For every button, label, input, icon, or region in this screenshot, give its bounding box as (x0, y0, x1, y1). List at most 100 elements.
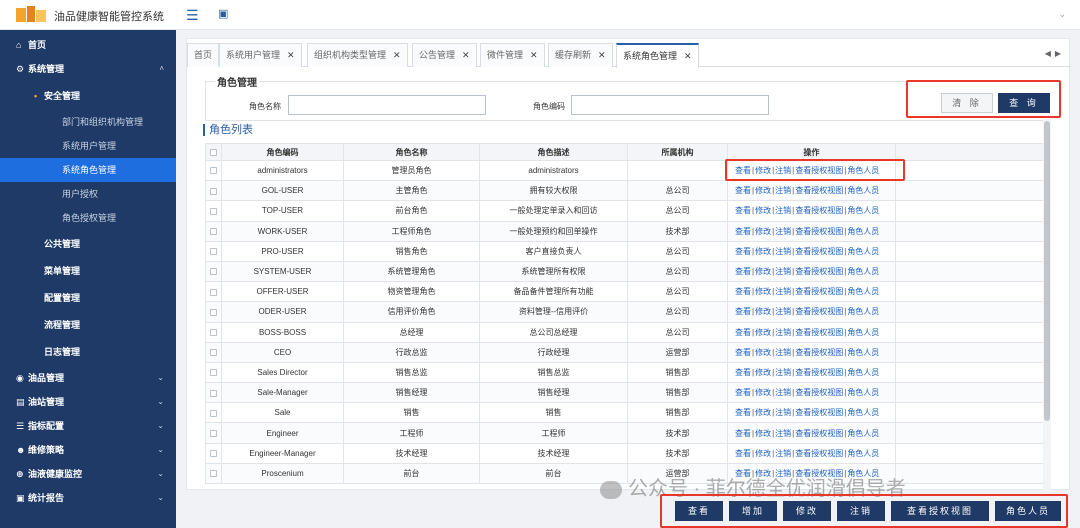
edit-link[interactable]: 修改 (755, 267, 771, 276)
edit-link[interactable]: 修改 (755, 328, 771, 337)
view-auth-link[interactable]: 查看授权视图 (795, 368, 843, 377)
tab-system-users[interactable]: 系统用户管理 ✕ (219, 43, 302, 67)
edit-link[interactable]: 修改 (755, 368, 771, 377)
role-members-link[interactable]: 角色人员 (847, 388, 879, 397)
row-checkbox[interactable] (210, 167, 217, 175)
close-icon[interactable]: ✕ (684, 51, 692, 61)
view-link[interactable]: 查看 (735, 206, 751, 215)
sidebar-item-monitor[interactable]: ⊕ 油液健康监控 ⌄ (0, 462, 176, 486)
view-link[interactable]: 查看 (735, 408, 751, 417)
view-link[interactable]: 查看 (735, 348, 751, 357)
row-select-cell[interactable] (205, 382, 222, 404)
edit-link[interactable]: 修改 (755, 227, 771, 236)
row-select-cell[interactable] (205, 260, 222, 283)
table-row[interactable]: GOL-USER 主管角色 拥有较大权限 总公司 查看|修改|注销|查看授权视图|角色人… (205, 180, 1044, 202)
view-auth-link[interactable]: 查看授权视图 (795, 206, 843, 215)
cancel-link[interactable]: 注销 (775, 328, 791, 337)
table-row[interactable]: Sales Director 销售总监 销售总监 销售部 查看|修改|注销|查看授权视图… (205, 361, 1044, 384)
view-link[interactable]: 查看 (735, 307, 751, 316)
cancel-link[interactable]: 注销 (775, 166, 791, 175)
view-auth-link[interactable]: 查看授权视图 (795, 166, 843, 175)
view-link[interactable]: 查看 (735, 449, 751, 458)
edit-link[interactable]: 修改 (755, 287, 771, 296)
sidebar-item-home[interactable]: ⌂ 首页 (0, 33, 176, 57)
sidebar-item-public[interactable]: 公共管理 (0, 231, 176, 258)
role-members-link[interactable]: 角色人员 (847, 166, 879, 175)
view-link[interactable]: 查看 (735, 388, 751, 397)
close-icon[interactable]: ✕ (393, 50, 401, 60)
view-auth-link[interactable]: 查看授权视图 (795, 348, 843, 357)
sidebar-item-config[interactable]: 配置管理 (0, 285, 176, 312)
edit-link[interactable]: 修改 (755, 186, 771, 195)
cancel-link[interactable]: 注销 (775, 267, 791, 276)
cancel-link[interactable]: 注销 (775, 429, 791, 438)
row-select-cell[interactable] (205, 361, 222, 384)
clear-button[interactable]: 清 除 (941, 93, 993, 113)
row-select-cell[interactable] (205, 321, 222, 343)
sidebar-item-system[interactable]: ⚙ 系统管理 ˄ (0, 57, 176, 81)
view-auth-link[interactable]: 查看授权视图 (795, 449, 843, 458)
view-link[interactable]: 查看 (735, 247, 751, 256)
view-link[interactable]: 查看 (735, 429, 751, 438)
view-auth-button[interactable]: 查看授权视图 (891, 501, 989, 521)
cancel-link[interactable]: 注销 (775, 449, 791, 458)
role-members-link[interactable]: 角色人员 (847, 287, 879, 296)
row-select-cell[interactable] (205, 180, 222, 202)
sidebar-item-process[interactable]: 流程管理 (0, 312, 176, 339)
row-checkbox[interactable] (210, 288, 217, 296)
view-link[interactable]: 查看 (735, 267, 751, 276)
table-row[interactable]: Sale 销售 销售 销售部 查看|修改|注销|查看授权视图|角色人员 (205, 402, 1044, 424)
role-members-link[interactable]: 角色人员 (847, 267, 879, 276)
row-select-cell[interactable] (205, 240, 222, 262)
sidebar-item-log[interactable]: 日志管理 (0, 339, 176, 366)
close-icon[interactable]: ✕ (287, 50, 295, 60)
role-members-link[interactable]: 角色人员 (847, 247, 879, 256)
role-members-link[interactable]: 角色人员 (847, 307, 879, 316)
row-checkbox[interactable] (210, 328, 217, 336)
row-select-cell[interactable] (205, 200, 222, 222)
add-button[interactable]: 增加 (729, 501, 777, 521)
row-select-cell[interactable] (205, 422, 222, 444)
sidebar-item-role-auth[interactable]: 角色授权管理 (0, 206, 176, 230)
row-checkbox[interactable] (210, 207, 217, 215)
row-select-cell[interactable] (205, 281, 222, 303)
role-code-input[interactable] (571, 95, 769, 115)
row-checkbox[interactable] (210, 308, 217, 316)
close-icon[interactable]: ✕ (462, 50, 470, 60)
sidebar-item-system-roles[interactable]: 系统角色管理 (0, 158, 176, 182)
row-select-cell[interactable] (205, 442, 222, 464)
user-menu-caret-icon[interactable]: ⌄ (1058, 9, 1066, 20)
role-members-link[interactable]: 角色人员 (847, 328, 879, 337)
close-icon[interactable]: ✕ (598, 50, 606, 60)
edit-link[interactable]: 修改 (755, 388, 771, 397)
edit-link[interactable]: 修改 (755, 307, 771, 316)
cancel-link[interactable]: 注销 (775, 388, 791, 397)
table-row[interactable]: ODER-USER 信用评价角色 资料管理--信用评价 总公司 查看|修改|注销|查看授… (205, 301, 1044, 323)
menu-toggle-icon[interactable]: ☰ (186, 7, 199, 24)
edit-link[interactable]: 修改 (755, 408, 771, 417)
cancel-link[interactable]: 注销 (775, 206, 791, 215)
sidebar-item-user-auth[interactable]: 用户授权 (0, 182, 176, 206)
tab-system-roles[interactable]: 系统角色管理 ✕ (616, 43, 699, 68)
role-members-link[interactable]: 角色人员 (847, 368, 879, 377)
row-checkbox[interactable] (210, 187, 217, 195)
edit-link[interactable]: 修改 (755, 429, 771, 438)
table-row[interactable]: CEO 行政总监 行政经理 运营部 查看|修改|注销|查看授权视图|角色人员 (205, 341, 1044, 363)
view-link[interactable]: 查看 (735, 166, 751, 175)
row-checkbox[interactable] (210, 450, 217, 458)
row-checkbox[interactable] (210, 369, 217, 377)
cancel-link[interactable]: 注销 (775, 348, 791, 357)
sidebar-item-system-users[interactable]: 系统用户管理 (0, 134, 176, 158)
select-all-cell[interactable] (205, 143, 222, 161)
view-button[interactable]: 查看 (675, 501, 723, 521)
row-checkbox[interactable] (210, 349, 217, 357)
row-select-cell[interactable] (205, 301, 222, 323)
edit-link[interactable]: 修改 (755, 166, 771, 175)
cancel-link[interactable]: 注销 (775, 186, 791, 195)
table-row[interactable]: SYSTEM-USER 系统管理角色 系统管理所有权限 总公司 查看|修改|注销|查看授… (205, 260, 1044, 283)
cancel-link[interactable]: 注销 (775, 408, 791, 417)
view-auth-link[interactable]: 查看授权视图 (795, 247, 843, 256)
table-row[interactable]: WORK-USER 工程师角色 一般处理预约和回单操作 技术部 查看|修改|注销|查看授… (205, 220, 1044, 242)
tab-org-types[interactable]: 组织机构类型管理 ✕ (307, 43, 408, 67)
table-row[interactable]: Sale-Manager 销售经理 销售经理 销售部 查看|修改|注销|查看授权视图|角… (205, 382, 1044, 404)
